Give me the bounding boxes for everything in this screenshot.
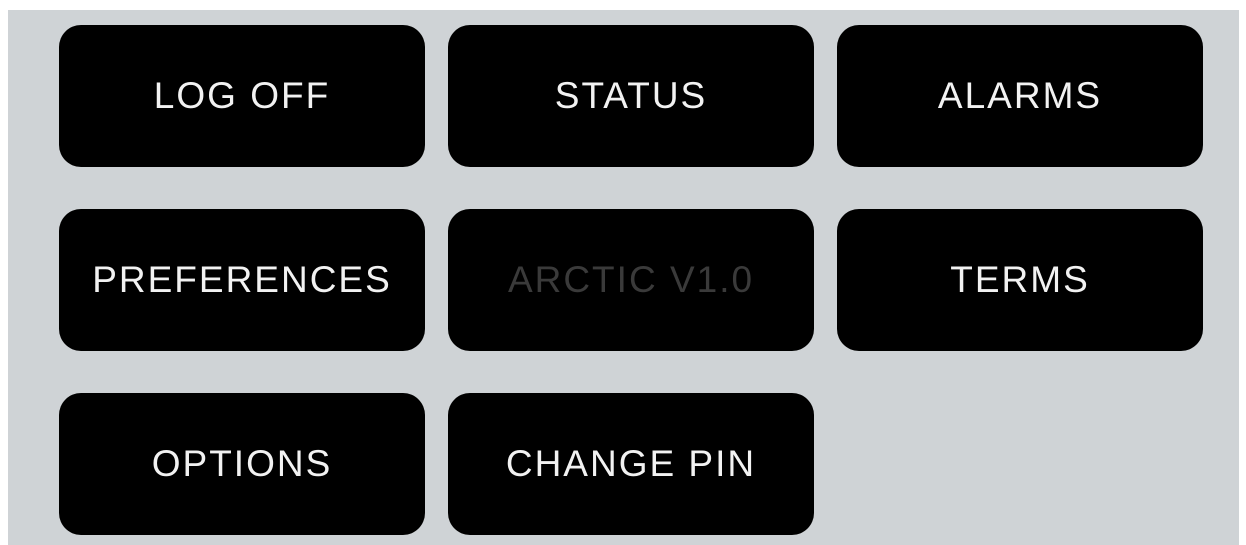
change-pin-button[interactable]: CHANGE PIN xyxy=(448,393,814,535)
alarms-button[interactable]: ALARMS xyxy=(837,25,1203,167)
options-button[interactable]: OPTIONS xyxy=(59,393,425,535)
version-label: ARCTIC V1.0 xyxy=(448,209,814,351)
terms-button[interactable]: TERMS xyxy=(837,209,1203,351)
menu-panel: LOG OFF STATUS ALARMS PREFERENCES ARCTIC… xyxy=(8,10,1239,545)
status-button[interactable]: STATUS xyxy=(448,25,814,167)
preferences-button[interactable]: PREFERENCES xyxy=(59,209,425,351)
log-off-button[interactable]: LOG OFF xyxy=(59,25,425,167)
